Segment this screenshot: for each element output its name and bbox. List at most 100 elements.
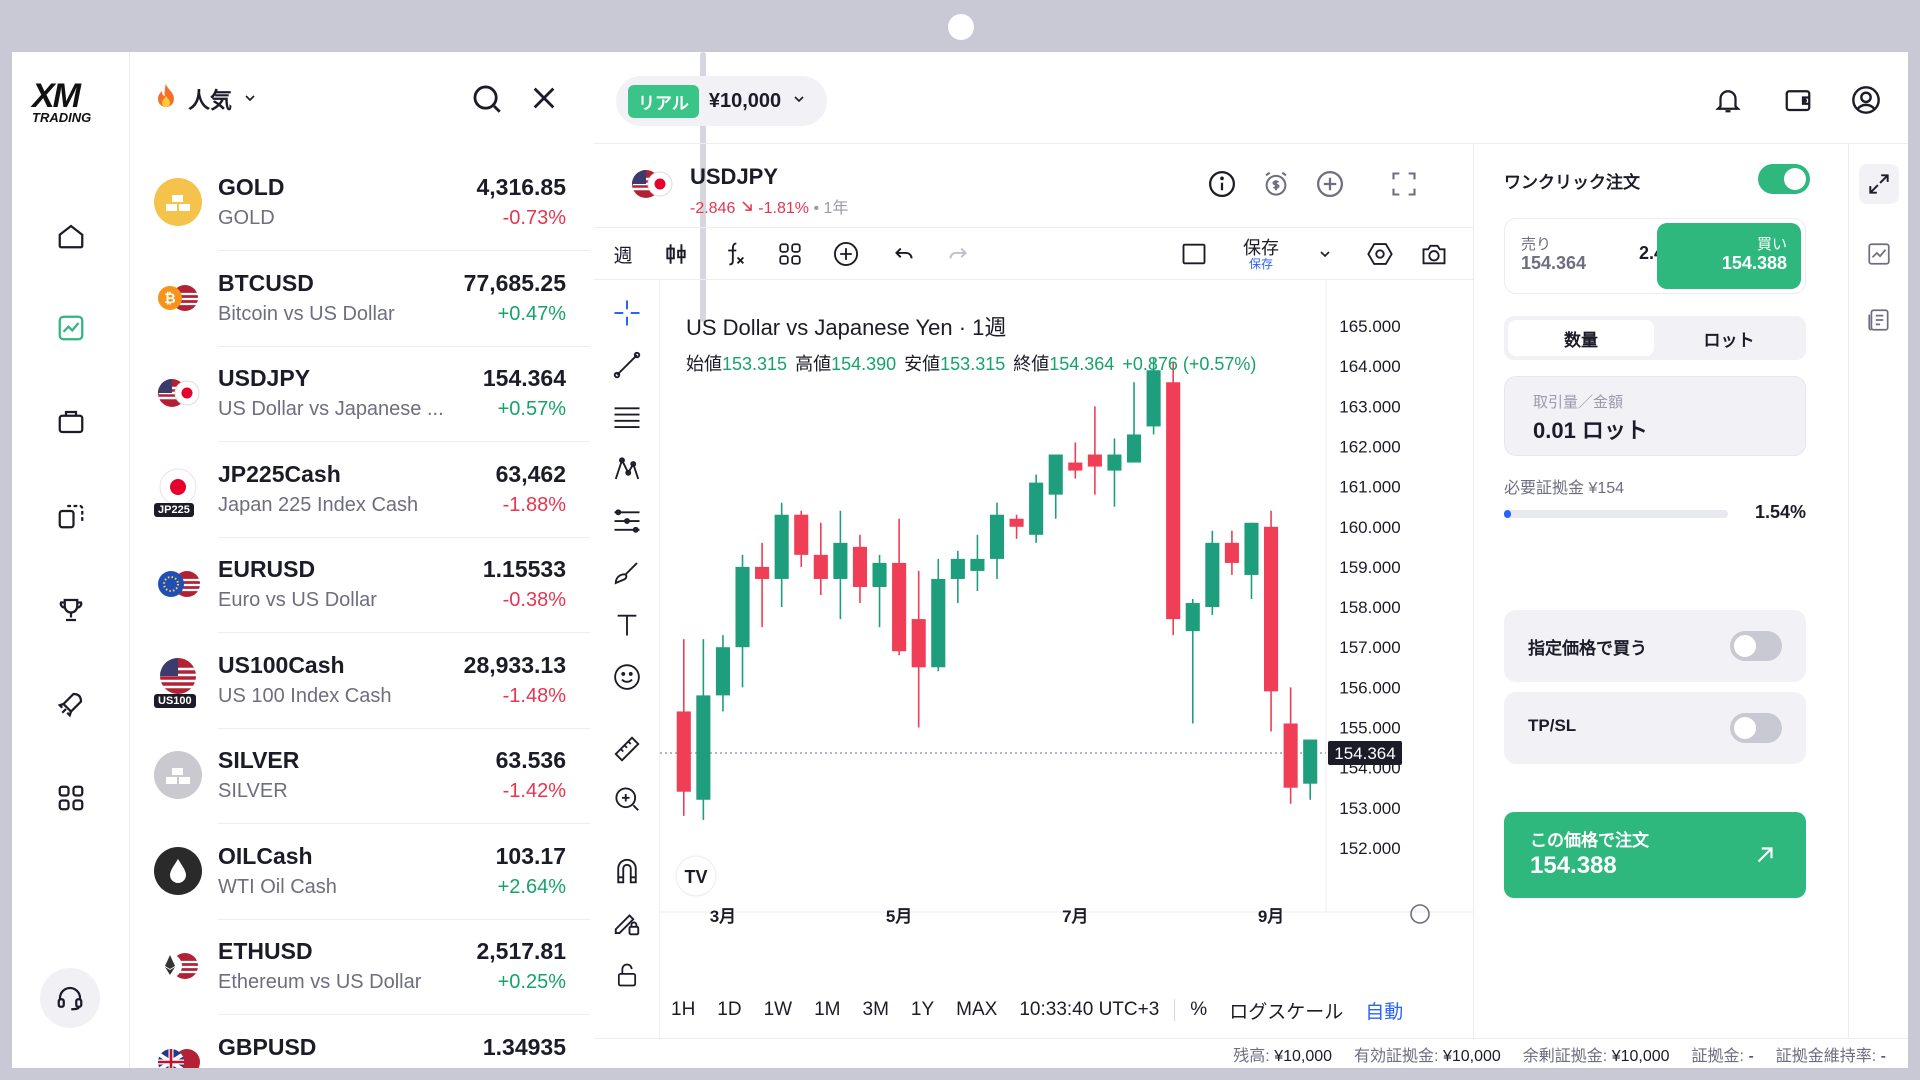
price-tick-label: 155.000: [1339, 718, 1400, 737]
zoom-in-icon[interactable]: [608, 780, 646, 818]
price-tick-label: 162.000: [1339, 437, 1400, 456]
lock-pencil-icon[interactable]: [608, 904, 646, 942]
high-value: 154.390: [831, 354, 897, 374]
chart-view-icon[interactable]: [1859, 234, 1899, 274]
candle-type-icon[interactable]: [656, 236, 696, 272]
layouts-icon[interactable]: [770, 236, 810, 272]
price-alert-icon[interactable]: [1258, 166, 1294, 202]
close-icon[interactable]: [530, 84, 558, 117]
wallet-icon[interactable]: [1778, 80, 1818, 120]
range-button-1h[interactable]: 1H: [660, 999, 706, 1021]
emoji-icon[interactable]: [608, 658, 646, 696]
text-tool-icon[interactable]: [608, 606, 646, 644]
bid-ask-box: 売り 154.364 2.4 買い 154.388: [1504, 218, 1806, 294]
account-selector[interactable]: リアル ¥10,000: [616, 76, 828, 126]
watchlist-row-gbpusd[interactable]: GBPUSD 1.34935: [130, 1016, 590, 1068]
portfolio-icon[interactable]: [49, 400, 93, 444]
ruler-icon[interactable]: [608, 730, 646, 768]
required-margin: 必要証拠金 ¥154: [1504, 480, 1625, 497]
range-button-1m[interactable]: 1M: [803, 999, 851, 1021]
camera-icon[interactable]: [1414, 236, 1454, 272]
news-icon[interactable]: [1859, 300, 1899, 340]
range-button-1y[interactable]: 1Y: [900, 999, 945, 1021]
fib-retracement-icon[interactable]: [608, 502, 646, 540]
profile-icon[interactable]: [1846, 80, 1886, 120]
candlestick-chart[interactable]: 152.000153.000154.000155.000156.000157.0…: [660, 280, 1474, 946]
layout-square-icon[interactable]: [1174, 236, 1214, 272]
undo-icon[interactable]: [884, 236, 924, 272]
info-icon[interactable]: [1204, 166, 1240, 202]
sell-price[interactable]: 154.364: [1521, 253, 1586, 274]
watchlist-row-gold[interactable]: GOLD GOLD 4,316.85 -0.73%: [130, 156, 590, 251]
add-circle-icon[interactable]: [1312, 166, 1348, 202]
settings-hex-icon[interactable]: [1360, 236, 1400, 272]
indicators-icon[interactable]: [714, 236, 754, 272]
buy-button[interactable]: 買い 154.388: [1657, 223, 1801, 289]
compare-add-icon[interactable]: [826, 236, 866, 272]
save-sub-label: 保存: [1248, 256, 1273, 271]
bell-icon[interactable]: [1708, 80, 1748, 120]
save-button[interactable]: 保存 保存: [1226, 236, 1296, 272]
rocket-icon[interactable]: [49, 682, 93, 726]
home-icon[interactable]: [49, 214, 93, 258]
instrument-price: 103.17: [495, 842, 566, 869]
pattern-icon[interactable]: [608, 450, 646, 488]
support-headset-icon[interactable]: [40, 968, 100, 1028]
watchlist-row-oilcash[interactable]: OILCash WTI Oil Cash 103.17 +2.64%: [130, 825, 590, 920]
place-order-price: 154.388: [1530, 852, 1617, 879]
instrument-change: -0.38%: [502, 589, 566, 611]
place-order-button[interactable]: この価格で注文 154.388: [1504, 812, 1806, 898]
copy-trading-icon[interactable]: [49, 494, 93, 538]
range-button-1d[interactable]: 1D: [706, 999, 752, 1021]
xm-logo[interactable]: XM TRADING: [32, 79, 112, 128]
search-icon[interactable]: [470, 82, 504, 121]
place-order-label: この価格で注文: [1530, 831, 1649, 850]
watchlist-row-eurusd[interactable]: EURUSD Euro vs US Dollar 1.15533 -0.38%: [130, 538, 590, 633]
magnet-icon[interactable]: [608, 852, 646, 890]
watchlist-row-usdjpy[interactable]: USDJPY US Dollar vs Japanese ... 154.364 +0…: [130, 347, 590, 442]
range-button-max[interactable]: MAX: [945, 999, 1008, 1021]
watchlist-row-us100cash[interactable]: US100 US100Cash US 100 Index Cash 28,933.13…: [130, 634, 590, 729]
range-button-1w[interactable]: 1W: [753, 999, 804, 1021]
brush-icon[interactable]: [608, 554, 646, 592]
percent-scale-button[interactable]: %: [1179, 999, 1218, 1021]
instrument-change: -1.88%: [502, 493, 566, 516]
redo-icon[interactable]: [938, 236, 978, 272]
limit-order-toggle[interactable]: [1730, 631, 1782, 661]
instrument-description: US 100 Index Cash: [218, 684, 392, 707]
tpsl-toggle[interactable]: [1730, 713, 1782, 743]
price-tick-label: 159.000: [1339, 558, 1400, 577]
collapse-panel-icon[interactable]: [1859, 164, 1899, 204]
instrument-symbol: GBPUSD: [218, 1033, 317, 1060]
auto-scale-button[interactable]: 自動: [1354, 997, 1414, 1024]
one-click-toggle[interactable]: [1758, 164, 1810, 194]
unlock-icon[interactable]: [608, 956, 646, 994]
candle-body: [1107, 454, 1122, 471]
log-scale-button[interactable]: ログスケール: [1218, 997, 1354, 1024]
watchlist-row-jp225cash[interactable]: JP225 JP225Cash Japan 225 Index Cash 63,462…: [130, 443, 590, 538]
chart-nav-icon[interactable]: [49, 306, 93, 350]
interval-button[interactable]: 週: [606, 236, 640, 272]
margin-usage-bar: [1504, 510, 1728, 518]
trend-line-icon[interactable]: [608, 346, 646, 384]
toggle-knob: [1734, 635, 1756, 657]
chevron-down-icon[interactable]: [1312, 236, 1338, 272]
trophy-icon[interactable]: [49, 588, 93, 632]
horizontal-lines-icon[interactable]: [608, 398, 646, 436]
lot-mode-option[interactable]: ロット: [1656, 320, 1802, 356]
volume-input[interactable]: 取引量／金額 0.01 ロット: [1504, 376, 1806, 456]
watchlist-filter-dropdown[interactable]: 人気: [154, 82, 258, 116]
crosshair-icon[interactable]: [608, 294, 646, 332]
instrument-change: +0.47%: [497, 302, 566, 325]
watchlist-row-silver[interactable]: SILVER SILVER 63.536 -1.42%: [130, 729, 590, 824]
apps-grid-icon[interactable]: [49, 776, 93, 820]
low-value: 153.315: [940, 354, 1006, 374]
account-status-bar: 残高: ¥10,000 有効証拠金: ¥10,000 余剰証拠金: ¥10,00…: [594, 1038, 1908, 1068]
symbol-change-percent: -1.81%: [758, 200, 809, 217]
range-button-3m[interactable]: 3M: [852, 999, 900, 1021]
order-panel: ワンクリック注文 売り 154.364 2.4 買い 154.388 数量 ロッ…: [1474, 144, 1848, 1038]
watchlist-row-ethusd[interactable]: ETHUSD Ethereum vs US Dollar 2,517.81 +0.25…: [130, 920, 590, 1015]
watchlist-row-btcusd[interactable]: ₿ BTCUSD Bitcoin vs US Dollar 77,685.25 +0.4…: [130, 252, 590, 347]
qty-mode-option[interactable]: 数量: [1508, 320, 1654, 356]
fullscreen-icon[interactable]: [1386, 166, 1422, 202]
